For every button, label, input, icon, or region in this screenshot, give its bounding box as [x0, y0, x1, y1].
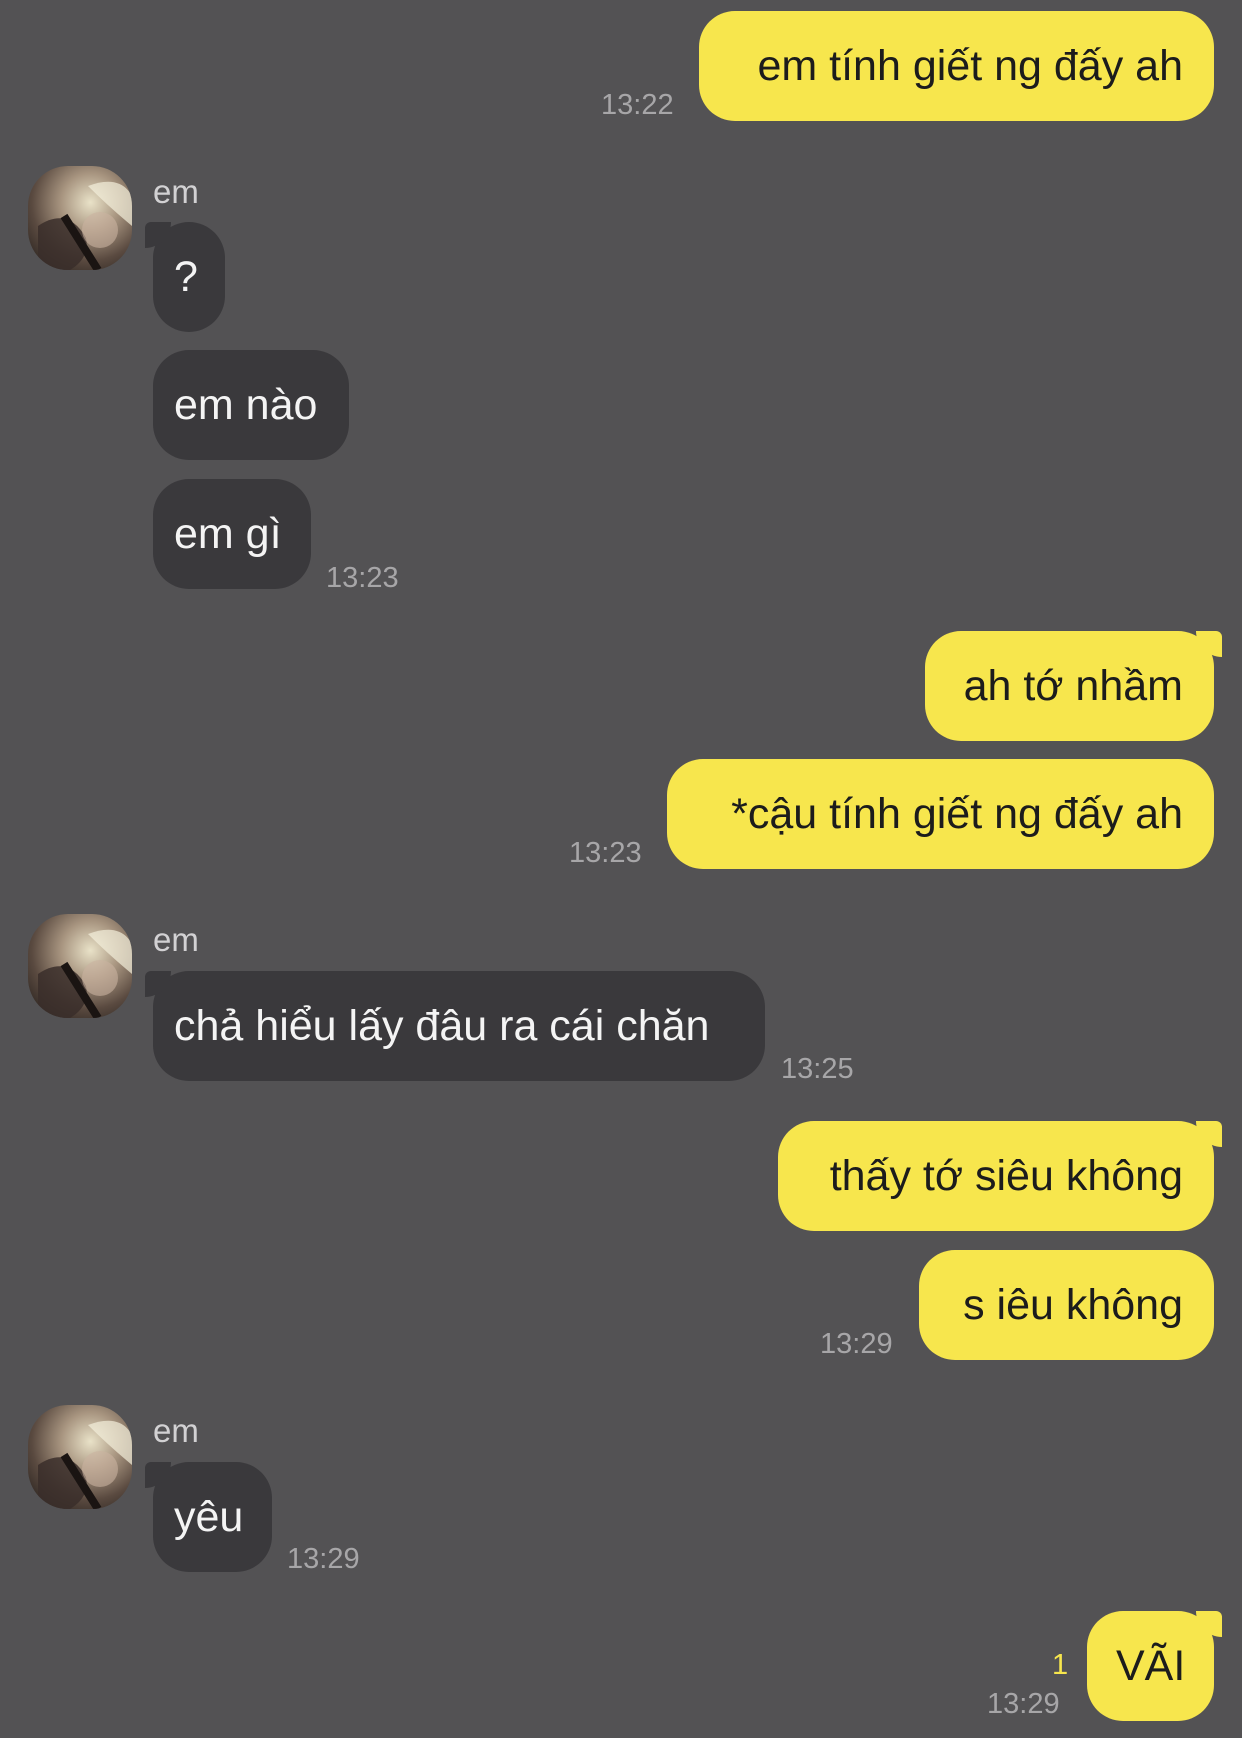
- message-timestamp: 13:25: [781, 1053, 854, 1085]
- message-text: thấy tớ siêu không: [829, 1152, 1183, 1200]
- message-text: em nào: [174, 381, 318, 429]
- message-text: yêu: [174, 1493, 244, 1541]
- avatar-photo: [28, 914, 132, 1018]
- message-timestamp: 13:29: [987, 1688, 1060, 1720]
- outgoing-message-bubble[interactable]: thấy tớ siêu không: [778, 1121, 1222, 1231]
- incoming-message-bubble[interactable]: em nào: [153, 350, 349, 460]
- sender-name: em: [153, 921, 199, 958]
- message-text: ?: [174, 253, 198, 301]
- message-text: ah tớ nhầm: [963, 662, 1183, 710]
- message-timestamp: 13:22: [601, 89, 674, 121]
- unread-count: 1: [1052, 1649, 1069, 1681]
- outgoing-message-bubble[interactable]: VÃI: [1087, 1611, 1222, 1721]
- incoming-message-bubble[interactable]: ?: [145, 222, 225, 332]
- bubble-tail: [145, 1462, 171, 1488]
- message-text: em tính giết ng đấy ah: [757, 42, 1183, 90]
- bubble-tail: [145, 222, 171, 248]
- message-text: VÃI: [1116, 1642, 1186, 1690]
- outgoing-message-bubble[interactable]: s iêu không: [919, 1250, 1214, 1360]
- sender-name: em: [153, 1412, 199, 1449]
- contact-avatar[interactable]: [28, 166, 132, 270]
- incoming-message-bubble[interactable]: yêu: [145, 1462, 272, 1572]
- avatar-photo: [28, 1405, 132, 1509]
- message-timestamp: 13:23: [326, 562, 399, 594]
- outgoing-message-bubble[interactable]: em tính giết ng đấy ah: [699, 11, 1214, 121]
- chat-thread[interactable]: em tính giết ng đấy ah 13:22 em ? em nào…: [0, 0, 1242, 1738]
- bubble-tail: [1196, 1611, 1222, 1637]
- sender-name: em: [153, 173, 199, 210]
- message-text: s iêu không: [963, 1281, 1183, 1329]
- outgoing-message-bubble[interactable]: *cậu tính giết ng đấy ah: [667, 759, 1214, 869]
- message-timestamp: 13:29: [820, 1328, 893, 1360]
- contact-avatar[interactable]: [28, 914, 132, 1018]
- outgoing-message-bubble[interactable]: ah tớ nhầm: [925, 631, 1222, 741]
- message-text: *cậu tính giết ng đấy ah: [731, 790, 1183, 838]
- incoming-message-bubble[interactable]: em gì: [153, 479, 311, 589]
- bubble-tail: [1196, 1121, 1222, 1147]
- contact-avatar[interactable]: [28, 1405, 132, 1509]
- bubble-tail: [145, 971, 171, 997]
- message-timestamp: 13:23: [569, 837, 642, 869]
- avatar-photo: [28, 166, 132, 270]
- message-text: chả hiểu lấy đâu ra cái chăn: [174, 1002, 710, 1050]
- message-timestamp: 13:29: [287, 1543, 360, 1575]
- message-text: em gì: [174, 510, 282, 558]
- bubble-tail: [1196, 631, 1222, 657]
- incoming-message-bubble[interactable]: chả hiểu lấy đâu ra cái chăn: [145, 971, 765, 1081]
